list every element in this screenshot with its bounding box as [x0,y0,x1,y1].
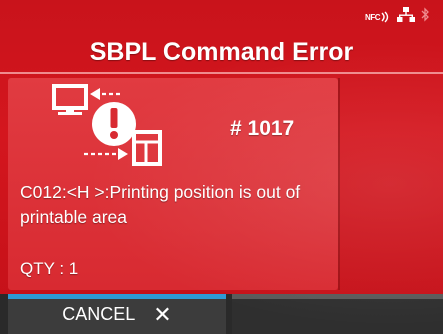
printer-error-icon [48,80,172,170]
bluetooth-icon [421,7,429,27]
softkey-inactive-indicator [232,294,443,299]
quantity-label: QTY : 1 [20,259,79,278]
softkey-empty [232,294,443,334]
softkey-active-indicator [8,294,226,299]
cancel-button[interactable]: CANCEL ✕ [8,294,226,334]
error-code: # 1017 [230,117,295,140]
status-bar: NFC [365,7,429,27]
page-title: SBPL Command Error [89,38,354,66]
title-divider [0,72,443,74]
cancel-label: CANCEL [62,303,136,324]
close-icon: ✕ [153,302,172,327]
softkey-bar: CANCEL ✕ [0,294,443,334]
nfc-icon: NFC [365,11,391,23]
nfc-label: NFC [365,12,380,22]
error-message: C012:<H >:Printing position is out of pr… [20,182,301,227]
network-icon [397,7,415,27]
error-screen: NFC SBPL Command Error # 1017 C012:<H >:… [0,0,443,334]
panel-edge [338,78,340,290]
